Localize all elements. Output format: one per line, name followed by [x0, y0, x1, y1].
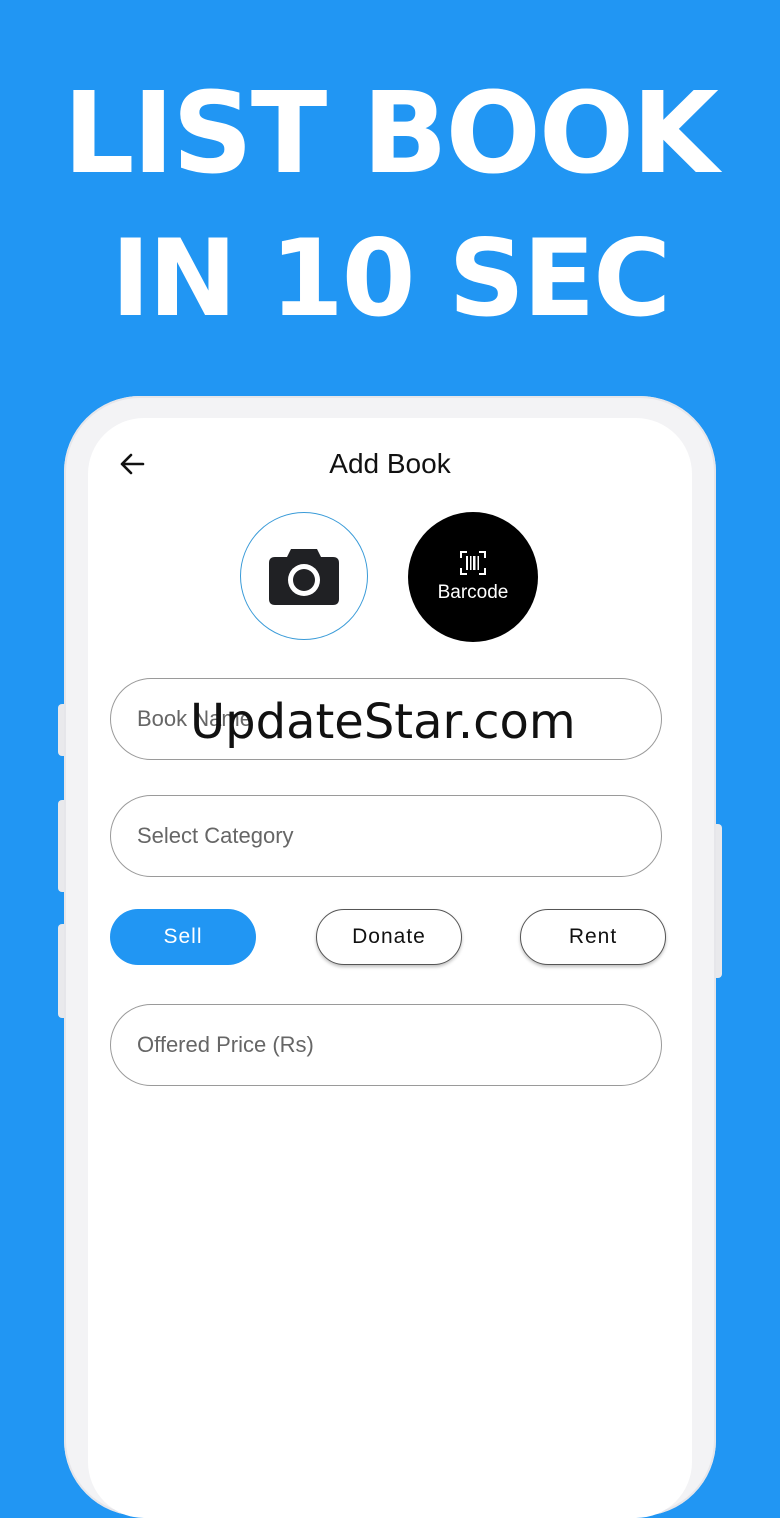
category-field[interactable] — [110, 795, 662, 877]
camera-icon — [269, 549, 339, 605]
barcode-scan-icon — [460, 551, 486, 575]
donate-option-button[interactable]: Donate — [316, 909, 462, 965]
barcode-button-label: Barcode — [437, 582, 509, 603]
phone-screen: Add Book Barcode Sell Donate Rent — [88, 418, 692, 1518]
rent-option-button[interactable]: Rent — [520, 909, 666, 965]
offered-price-field[interactable] — [110, 1004, 662, 1086]
headline-line-1: LIST BOOK — [63, 69, 719, 199]
barcode-button[interactable]: Barcode — [408, 512, 538, 642]
offered-price-input[interactable] — [135, 1031, 637, 1059]
headline-line-2: IN 10 SEC — [110, 217, 671, 340]
sell-option-button[interactable]: Sell — [110, 909, 256, 965]
category-select[interactable] — [135, 822, 637, 850]
book-name-field[interactable] — [110, 678, 662, 760]
page-title: Add Book — [329, 448, 451, 479]
book-name-input[interactable] — [135, 705, 637, 733]
camera-button[interactable] — [240, 512, 368, 640]
